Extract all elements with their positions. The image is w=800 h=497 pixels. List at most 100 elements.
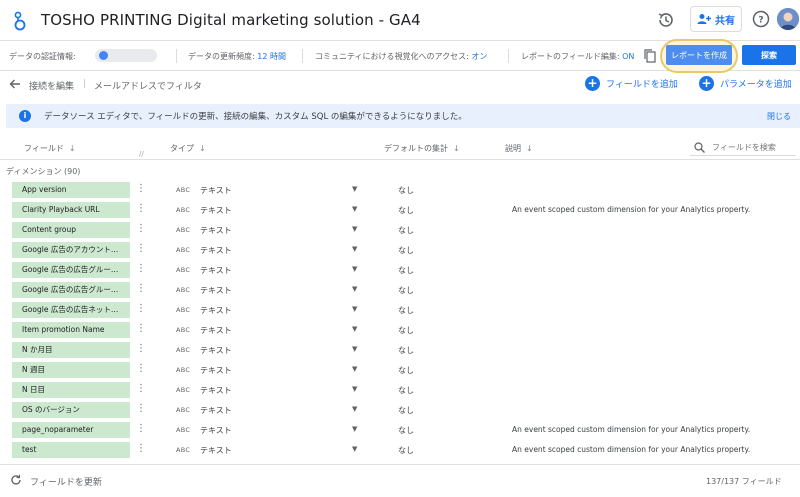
dropdown-caret-icon[interactable]: ▼	[352, 405, 357, 413]
more-vert-icon[interactable]: ⋮	[136, 244, 146, 254]
help-icon[interactable]: ?	[752, 10, 770, 28]
default-agg-value[interactable]: なし	[398, 205, 414, 216]
freshness-setting[interactable]: データの更新頻度: 12 時間	[188, 51, 286, 62]
column-header-type[interactable]: タイプ ↓	[170, 143, 206, 154]
more-vert-icon[interactable]: ⋮	[136, 424, 146, 434]
type-select[interactable]: テキスト	[200, 225, 232, 236]
dropdown-caret-icon[interactable]: ▼	[352, 325, 357, 333]
field-name-chip[interactable]: Item promotion Name	[12, 322, 130, 338]
add-parameter-button[interactable]: + パラメータを追加	[699, 76, 792, 91]
default-agg-value[interactable]: なし	[398, 385, 414, 396]
type-select[interactable]: テキスト	[200, 345, 232, 356]
field-name-chip[interactable]: Content group	[12, 222, 130, 238]
dropdown-caret-icon[interactable]: ▼	[352, 205, 357, 213]
more-vert-icon[interactable]: ⋮	[136, 344, 146, 354]
field-name-chip[interactable]: test	[12, 442, 130, 458]
default-agg-value[interactable]: なし	[398, 245, 414, 256]
more-vert-icon[interactable]: ⋮	[136, 224, 146, 234]
column-header-description[interactable]: 説明 ↓	[505, 143, 533, 154]
field-search-input[interactable]	[712, 141, 792, 153]
back-arrow-icon[interactable]	[9, 78, 21, 90]
type-select[interactable]: テキスト	[200, 285, 232, 296]
field-edit-value[interactable]: ON	[622, 52, 634, 61]
field-name-chip[interactable]: OS のバージョン	[12, 402, 130, 418]
default-agg-value[interactable]: なし	[398, 285, 414, 296]
column-header-field[interactable]: フィールド ↓	[24, 143, 76, 154]
filter-by-email-link[interactable]: メールアドレスでフィルタ	[94, 79, 202, 92]
more-vert-icon[interactable]: ⋮	[136, 364, 146, 374]
more-vert-icon[interactable]: ⋮	[136, 264, 146, 274]
create-report-button[interactable]: レポートを作成	[666, 45, 732, 65]
type-select[interactable]: テキスト	[200, 305, 232, 316]
field-name-chip[interactable]: Clarity Playback URL	[12, 202, 130, 218]
type-select[interactable]: テキスト	[200, 185, 232, 196]
type-select[interactable]: テキスト	[200, 325, 232, 336]
dropdown-caret-icon[interactable]: ▼	[352, 345, 357, 353]
description-text[interactable]: An event scoped custom dimension for you…	[512, 205, 750, 214]
dropdown-caret-icon[interactable]: ▼	[352, 225, 357, 233]
type-select[interactable]: テキスト	[200, 425, 232, 436]
community-value[interactable]: オン	[471, 52, 487, 61]
dropdown-caret-icon[interactable]: ▼	[352, 245, 357, 253]
type-select[interactable]: テキスト	[200, 445, 232, 456]
field-name-chip[interactable]: Google 広告のアカウント…	[12, 242, 130, 258]
default-agg-value[interactable]: なし	[398, 185, 414, 196]
more-vert-icon[interactable]: ⋮	[136, 384, 146, 394]
field-name-chip[interactable]: N 日目	[12, 382, 130, 398]
default-agg-value[interactable]: なし	[398, 445, 414, 456]
explore-button[interactable]: 探索	[742, 45, 796, 65]
version-history-icon[interactable]	[656, 10, 676, 30]
dropdown-caret-icon[interactable]: ▼	[352, 445, 357, 453]
banner-close-button[interactable]: 閉じる	[767, 111, 791, 122]
more-vert-icon[interactable]: ⋮	[136, 184, 146, 194]
add-field-button[interactable]: + フィールドを追加	[585, 76, 678, 91]
field-name-chip[interactable]: page_noparameter	[12, 422, 130, 438]
dropdown-caret-icon[interactable]: ▼	[352, 285, 357, 293]
default-agg-value[interactable]: なし	[398, 225, 414, 236]
dropdown-caret-icon[interactable]: ▼	[352, 185, 357, 193]
dropdown-caret-icon[interactable]: ▼	[352, 425, 357, 433]
field-name-chip[interactable]: N 週目	[12, 362, 130, 378]
type-select[interactable]: テキスト	[200, 405, 232, 416]
more-vert-icon[interactable]: ⋮	[136, 404, 146, 414]
user-avatar[interactable]	[777, 8, 799, 30]
default-agg-value[interactable]: なし	[398, 345, 414, 356]
dropdown-caret-icon[interactable]: ▼	[352, 365, 357, 373]
type-select[interactable]: テキスト	[200, 205, 232, 216]
type-select[interactable]: テキスト	[200, 265, 232, 276]
description-text[interactable]: An event scoped custom dimension for you…	[512, 445, 750, 454]
copy-icon[interactable]	[644, 49, 656, 63]
default-agg-value[interactable]: なし	[398, 425, 414, 436]
column-resize-handle[interactable]: //	[139, 150, 144, 158]
default-agg-value[interactable]: なし	[398, 325, 414, 336]
refresh-icon[interactable]	[10, 474, 22, 486]
field-search[interactable]	[690, 140, 796, 156]
field-name-chip[interactable]: Google 広告の広告ネット…	[12, 302, 130, 318]
more-vert-icon[interactable]: ⋮	[136, 304, 146, 314]
default-agg-value[interactable]: なし	[398, 265, 414, 276]
share-button[interactable]: 共有	[690, 6, 742, 32]
type-select[interactable]: テキスト	[200, 245, 232, 256]
community-access-setting[interactable]: コミュニティにおける視覚化へのアクセス: オン	[315, 51, 487, 62]
freshness-value[interactable]: 12 時間	[257, 52, 286, 61]
column-header-default-agg[interactable]: デフォルトの集計 ↓	[384, 143, 460, 154]
field-name-chip[interactable]: App version	[12, 182, 130, 198]
more-vert-icon[interactable]: ⋮	[136, 204, 146, 214]
description-text[interactable]: An event scoped custom dimension for you…	[512, 425, 750, 434]
edit-connection-link[interactable]: 接続を編集	[29, 79, 74, 92]
field-name-chip[interactable]: N か月目	[12, 342, 130, 358]
default-agg-value[interactable]: なし	[398, 365, 414, 376]
more-vert-icon[interactable]: ⋮	[136, 444, 146, 454]
dropdown-caret-icon[interactable]: ▼	[352, 265, 357, 273]
field-name-chip[interactable]: Google 広告の広告グルー…	[12, 262, 130, 278]
field-edit-setting[interactable]: レポートのフィールド編集: ON	[521, 51, 634, 62]
type-select[interactable]: テキスト	[200, 385, 232, 396]
refresh-fields-button[interactable]: フィールドを更新	[30, 475, 102, 488]
more-vert-icon[interactable]: ⋮	[136, 324, 146, 334]
field-name-chip[interactable]: Google 広告の広告グルー…	[12, 282, 130, 298]
more-vert-icon[interactable]: ⋮	[136, 284, 146, 294]
default-agg-value[interactable]: なし	[398, 305, 414, 316]
dropdown-caret-icon[interactable]: ▼	[352, 305, 357, 313]
dropdown-caret-icon[interactable]: ▼	[352, 385, 357, 393]
default-agg-value[interactable]: なし	[398, 405, 414, 416]
